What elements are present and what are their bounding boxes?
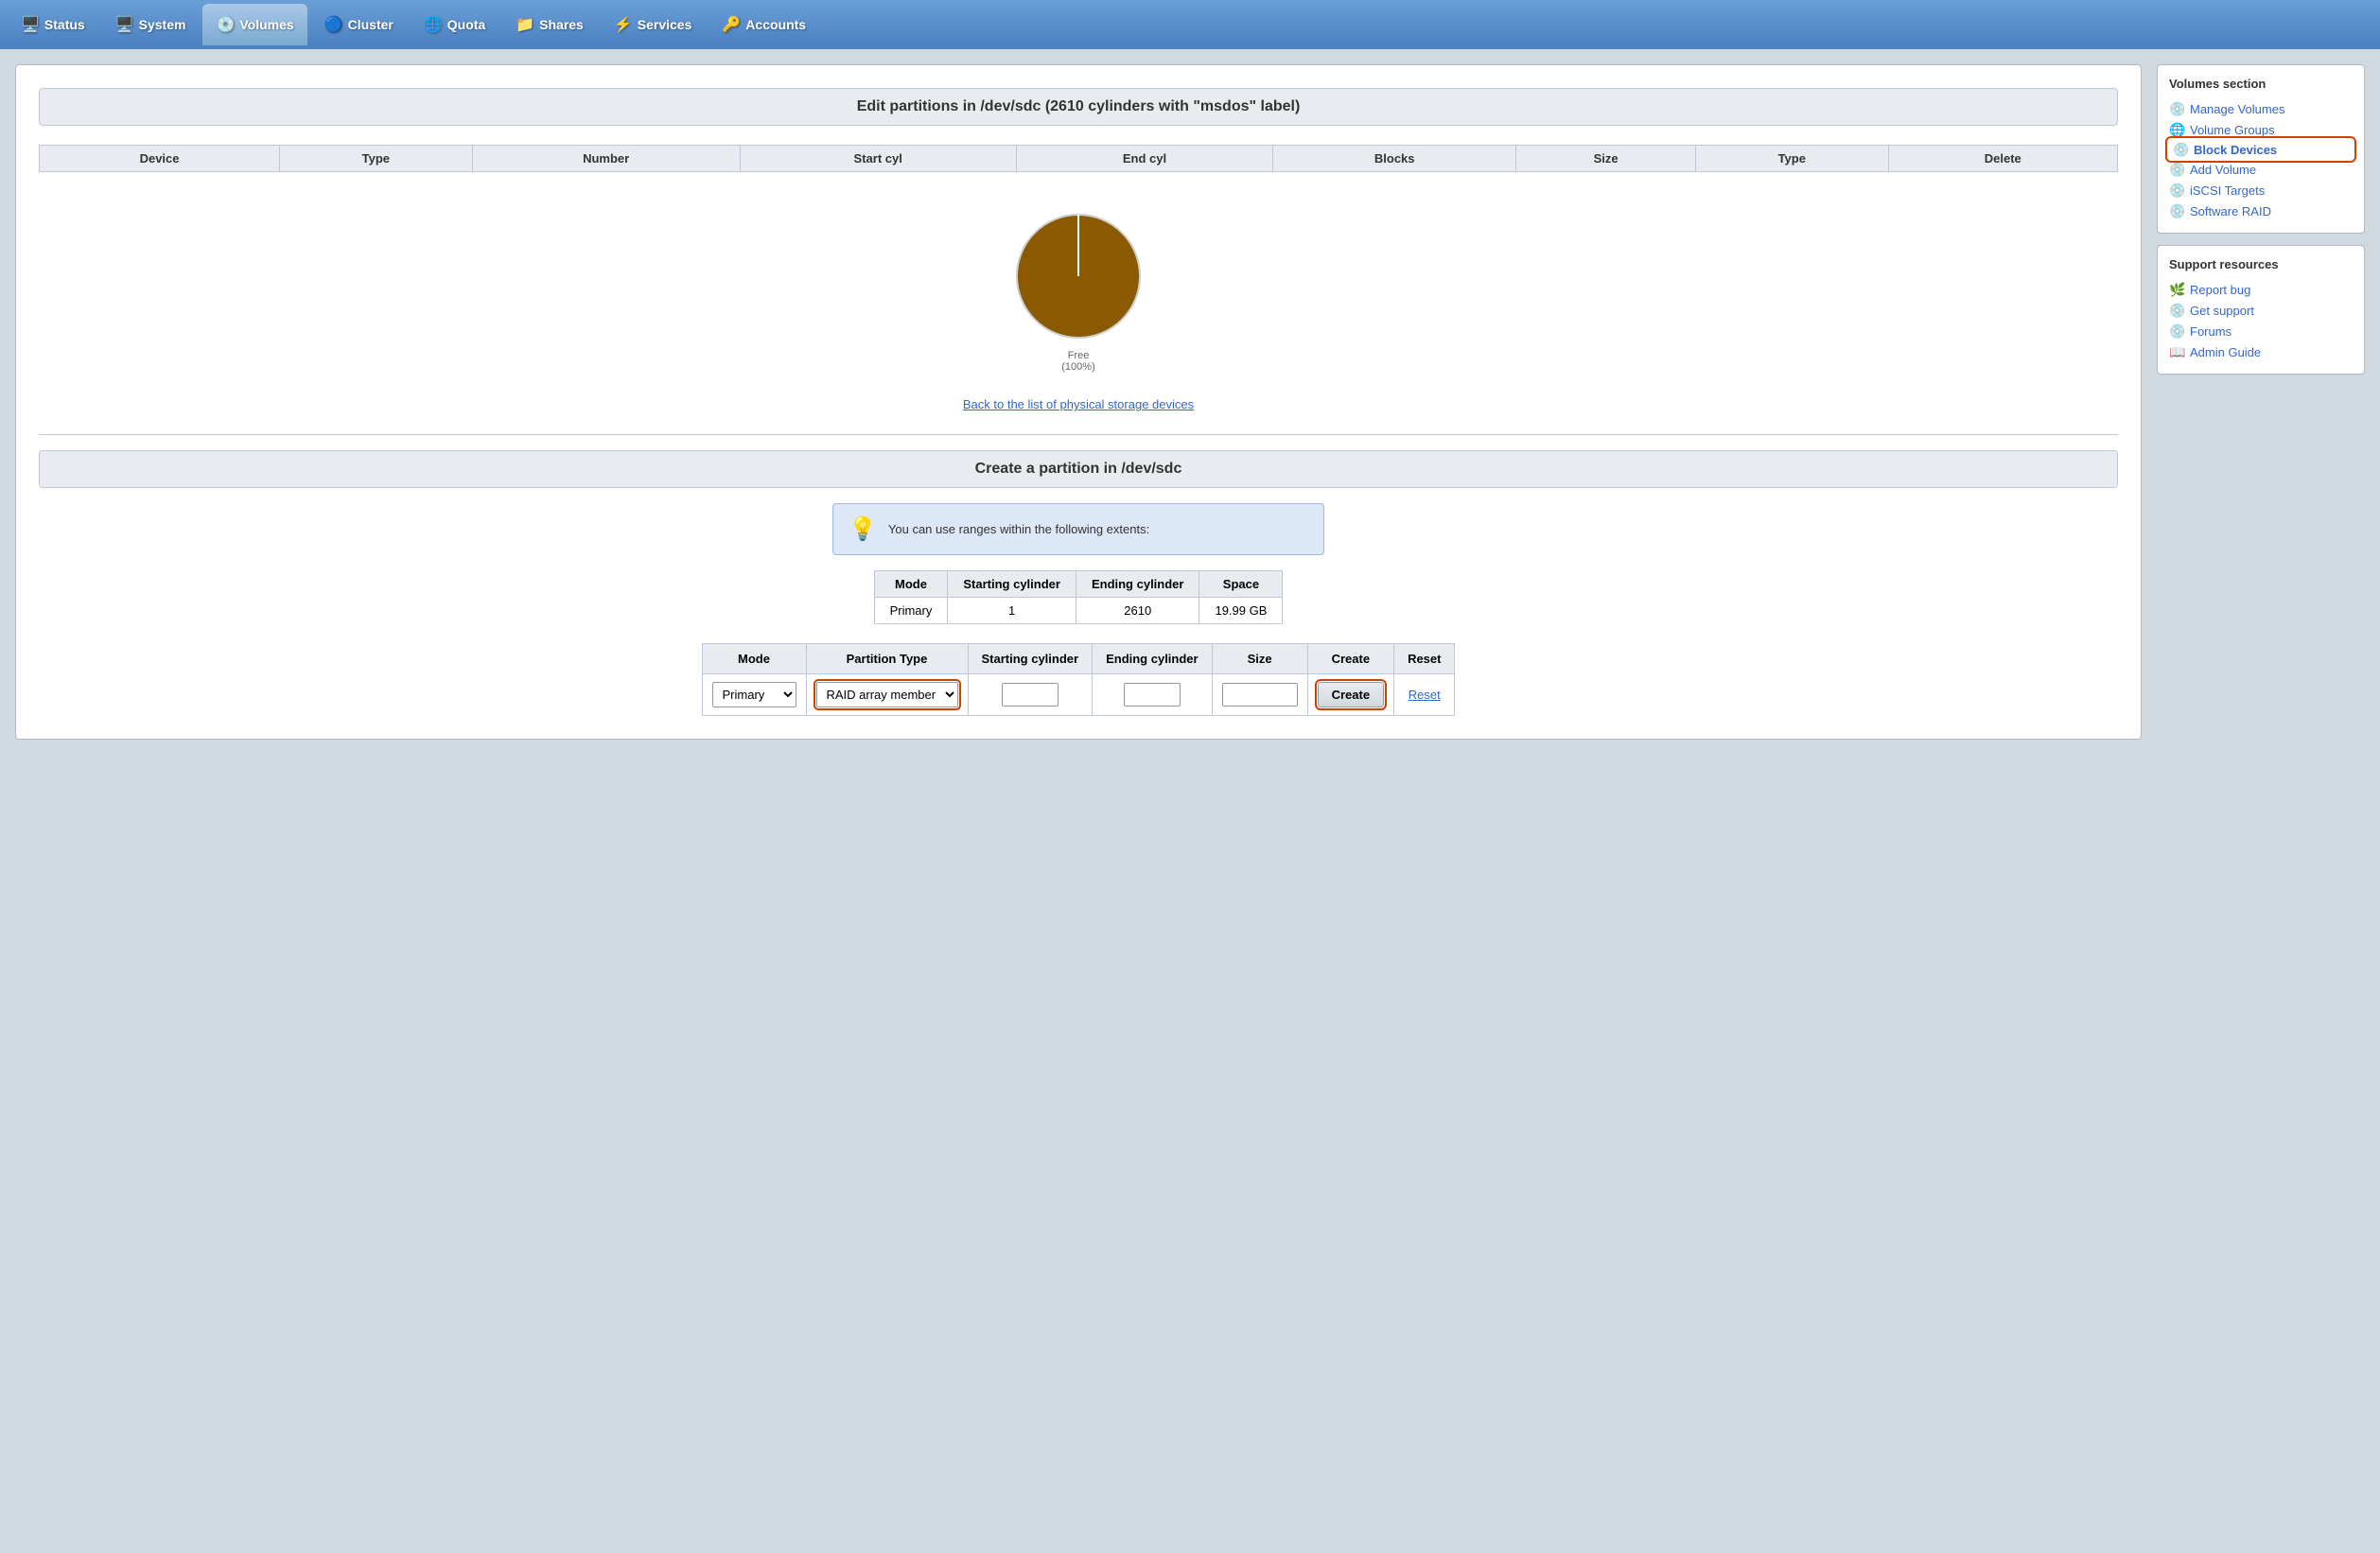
add-volume-icon: 💿 [2169, 162, 2184, 177]
partition-col-size: Size [1516, 146, 1696, 172]
sidebar-link-forums[interactable]: 💿Forums [2169, 321, 2353, 341]
volumes-icon: 💿 [216, 15, 235, 34]
sidebar-link-software-raid[interactable]: 💿Software RAID [2169, 201, 2353, 221]
extents-mode-cell: Primary [874, 598, 948, 624]
back-link-container: Back to the list of physical storage dev… [39, 382, 2118, 419]
quota-icon: 🌐 [424, 15, 443, 34]
extents-col-mode: Mode [874, 571, 948, 598]
admin-guide-icon: 📖 [2169, 344, 2184, 359]
top-navigation: 🖥️Status🖥️System💿Volumes🔵Cluster🌐Quota📁S… [0, 0, 2380, 49]
extents-col-space: Space [1199, 571, 1283, 598]
pie-chart [1012, 210, 1145, 342]
main-content: Edit partitions in /dev/sdc (2610 cylind… [15, 64, 2142, 740]
nav-tab-shares[interactable]: 📁Shares [502, 4, 597, 45]
create-header-text: Create a partition in /dev/sdc [975, 461, 1182, 477]
accounts-icon: 🔑 [722, 15, 741, 34]
sidebar-support-title: Support resources [2169, 257, 2353, 271]
nav-tab-system[interactable]: 🖥️System [102, 4, 200, 45]
create-partition-table: ModePartition TypeStarting cylinderEndin… [702, 643, 1456, 716]
forums-icon: 💿 [2169, 323, 2184, 339]
mode-td: PrimaryExtendedLogical [702, 674, 806, 716]
partition-col-device: Device [40, 146, 280, 172]
mode-select[interactable]: PrimaryExtendedLogical [712, 682, 796, 707]
edit-header-text: Edit partitions in /dev/sdc (2610 cylind… [857, 98, 1301, 114]
shares-icon: 📁 [516, 15, 534, 34]
partition-col-delete: Delete [1888, 146, 2117, 172]
create-col-ending-cylinder: Ending cylinder [1093, 644, 1213, 674]
partition-col-end-cyl: End cyl [1016, 146, 1273, 172]
system-icon: 🖥️ [115, 15, 134, 34]
create-col-create: Create [1307, 644, 1393, 674]
sidebar: Volumes section 💿Manage Volumes🌐Volume G… [2157, 64, 2365, 386]
sidebar-link-block-devices[interactable]: 💿Block Devices [2169, 140, 2353, 159]
sidebar-link-get-support[interactable]: 💿Get support [2169, 300, 2353, 321]
extents-start-cell: 1 [948, 598, 1076, 624]
sidebar-support-section: Support resources 🌿Report bug💿Get suppor… [2157, 245, 2365, 375]
status-icon: 🖥️ [21, 15, 40, 34]
size-td: 19.99 GB [1212, 674, 1307, 716]
sidebar-volumes-section: Volumes section 💿Manage Volumes🌐Volume G… [2157, 64, 2365, 234]
size-input[interactable]: 19.99 GB [1222, 683, 1298, 707]
extents-col-ending-cylinder: Ending cylinder [1076, 571, 1199, 598]
get-support-icon: 💿 [2169, 303, 2184, 318]
nav-tab-quota[interactable]: 🌐Quota [411, 4, 499, 45]
create-button[interactable]: Create [1318, 682, 1384, 707]
ending-cylinder-td: 2610 [1093, 674, 1213, 716]
ending-cylinder-input[interactable]: 2610 [1124, 683, 1181, 707]
nav-tab-accounts[interactable]: 🔑Accounts [709, 4, 819, 45]
cluster-icon: 🔵 [324, 15, 343, 34]
starting-cylinder-td: 1 [968, 674, 1093, 716]
volume-groups-icon: 🌐 [2169, 122, 2184, 137]
create-td: Create [1307, 674, 1393, 716]
create-col-mode: Mode [702, 644, 806, 674]
sidebar-link-add-volume[interactable]: 💿Add Volume [2169, 159, 2353, 180]
pie-container: Free (100%) [39, 191, 2118, 382]
sidebar-link-admin-guide[interactable]: 📖Admin Guide [2169, 341, 2353, 362]
nav-tab-cluster[interactable]: 🔵Cluster [311, 4, 407, 45]
manage-volumes-icon: 💿 [2169, 101, 2184, 116]
bulb-icon: 💡 [849, 515, 877, 543]
partition-col-start-cyl: Start cyl [740, 146, 1016, 172]
extents-end-cell: 2610 [1076, 598, 1199, 624]
sidebar-link-manage-volumes[interactable]: 💿Manage Volumes [2169, 98, 2353, 119]
pie-free-label: Free (100%) [1061, 350, 1094, 373]
partition-col-type: Type [280, 146, 472, 172]
iscsi-targets-icon: 💿 [2169, 183, 2184, 198]
nav-tab-services[interactable]: ⚡Services [601, 4, 706, 45]
extents-space-cell: 19.99 GB [1199, 598, 1283, 624]
partition-col-number: Number [472, 146, 740, 172]
sidebar-link-iscsi-targets[interactable]: 💿iSCSI Targets [2169, 180, 2353, 201]
sidebar-volumes-title: Volumes section [2169, 77, 2353, 91]
extents-table: ModeStarting cylinderEnding cylinderSpac… [874, 570, 1284, 624]
nav-tab-volumes[interactable]: 💿Volumes [202, 4, 306, 45]
create-col-starting-cylinder: Starting cylinder [968, 644, 1093, 674]
edit-partitions-header: Edit partitions in /dev/sdc (2610 cylind… [39, 88, 2118, 126]
partition-col-blocks: Blocks [1273, 146, 1516, 172]
section-divider [39, 434, 2118, 435]
info-box-text: You can use ranges within the following … [888, 522, 1149, 536]
partition-col-type: Type [1696, 146, 1888, 172]
sidebar-link-volume-groups[interactable]: 🌐Volume Groups [2169, 119, 2353, 140]
partition-table: DeviceTypeNumberStart cylEnd cylBlocksSi… [39, 145, 2118, 172]
starting-cylinder-input[interactable]: 1 [1002, 683, 1059, 707]
nav-tab-status[interactable]: 🖥️Status [8, 4, 98, 45]
create-col-size: Size [1212, 644, 1307, 674]
partition-type-select[interactable]: LinuxRAID array memberLinux LVMExtendedF… [816, 682, 958, 707]
create-col-partition-type: Partition Type [806, 644, 968, 674]
report-bug-icon: 🌿 [2169, 282, 2184, 297]
back-to-list-link[interactable]: Back to the list of physical storage dev… [963, 397, 1194, 411]
services-icon: ⚡ [614, 15, 633, 34]
block-devices-icon: 💿 [2173, 142, 2188, 157]
software-raid-icon: 💿 [2169, 203, 2184, 218]
partition-type-td: LinuxRAID array memberLinux LVMExtendedF… [806, 674, 968, 716]
reset-link[interactable]: Reset [1409, 688, 1441, 702]
info-box: 💡 You can use ranges within the followin… [832, 503, 1324, 555]
sidebar-link-report-bug[interactable]: 🌿Report bug [2169, 279, 2353, 300]
extents-col-starting-cylinder: Starting cylinder [948, 571, 1076, 598]
create-col-reset: Reset [1394, 644, 1455, 674]
create-partition-header: Create a partition in /dev/sdc [39, 450, 2118, 488]
reset-td: Reset [1394, 674, 1455, 716]
